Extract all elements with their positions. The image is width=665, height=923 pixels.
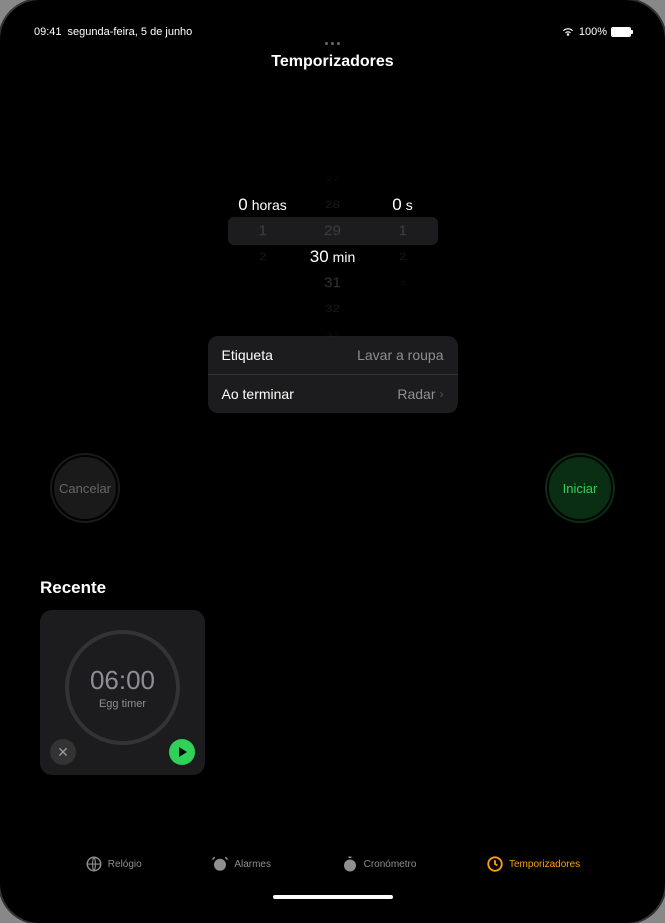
label-value: Lavar a roupa — [357, 347, 443, 363]
alarm-icon — [211, 855, 229, 873]
cancel-button[interactable]: Cancelar — [50, 453, 120, 523]
timer-icon — [486, 855, 504, 873]
wifi-icon — [561, 27, 575, 37]
chevron-right-icon: › — [440, 387, 444, 401]
tab-alarms[interactable]: Alarmes — [211, 855, 271, 873]
globe-icon — [85, 855, 103, 873]
play-recent-button[interactable] — [169, 739, 195, 765]
battery-icon — [611, 27, 631, 37]
status-time: 09:41 — [34, 26, 62, 38]
label-key: Etiqueta — [222, 347, 273, 363]
close-icon: ✕ — [57, 744, 69, 761]
ipad-frame: 09:41 segunda-feira, 5 de junho 100% Tem… — [0, 0, 665, 923]
end-sound-row[interactable]: Ao terminar Radar › — [208, 375, 458, 413]
minutes-picker[interactable]: 27 28 29 30 min 31 32 33 — [298, 166, 368, 296]
page-title: Temporizadores — [20, 53, 645, 71]
tab-stopwatch[interactable]: Cronómetro — [341, 855, 417, 873]
status-date: segunda-feira, 5 de junho — [68, 26, 193, 38]
recent-title: Recente — [40, 578, 625, 598]
end-key: Ao terminar — [222, 386, 294, 402]
battery-percent: 100% — [579, 26, 607, 38]
start-button[interactable]: Iniciar — [545, 453, 615, 523]
screen: 09:41 segunda-feira, 5 de junho 100% Tem… — [20, 20, 645, 903]
end-value: Radar — [397, 386, 435, 402]
multitask-dots[interactable] — [20, 42, 645, 45]
delete-recent-button[interactable]: ✕ — [50, 739, 76, 765]
tab-timers[interactable]: Temporizadores — [486, 855, 580, 873]
recent-timer-card[interactable]: 06:00 Egg timer ✕ — [40, 610, 205, 775]
time-picker[interactable]: 0 horas 1 2 27 28 29 30 min 31 32 — [20, 166, 645, 296]
seconds-picker[interactable]: 0 s 1 2 3 — [368, 166, 438, 296]
hours-picker[interactable]: 0 horas 1 2 — [228, 166, 298, 296]
timer-settings: Etiqueta Lavar a roupa Ao terminar Radar… — [208, 336, 458, 413]
stopwatch-icon — [341, 855, 359, 873]
timer-dial: 06:00 Egg timer — [65, 630, 180, 745]
recent-label: Egg timer — [99, 698, 146, 710]
status-bar: 09:41 segunda-feira, 5 de junho 100% — [20, 20, 645, 40]
recent-time: 06:00 — [90, 665, 155, 696]
home-indicator[interactable] — [273, 895, 393, 899]
recent-section: Recente 06:00 Egg timer ✕ — [20, 578, 645, 775]
tab-clock[interactable]: Relógio — [85, 855, 142, 873]
play-icon — [179, 747, 187, 757]
label-row[interactable]: Etiqueta Lavar a roupa — [208, 336, 458, 375]
tab-bar: Relógio Alarmes Cronómetro Temporizadore… — [20, 847, 645, 891]
